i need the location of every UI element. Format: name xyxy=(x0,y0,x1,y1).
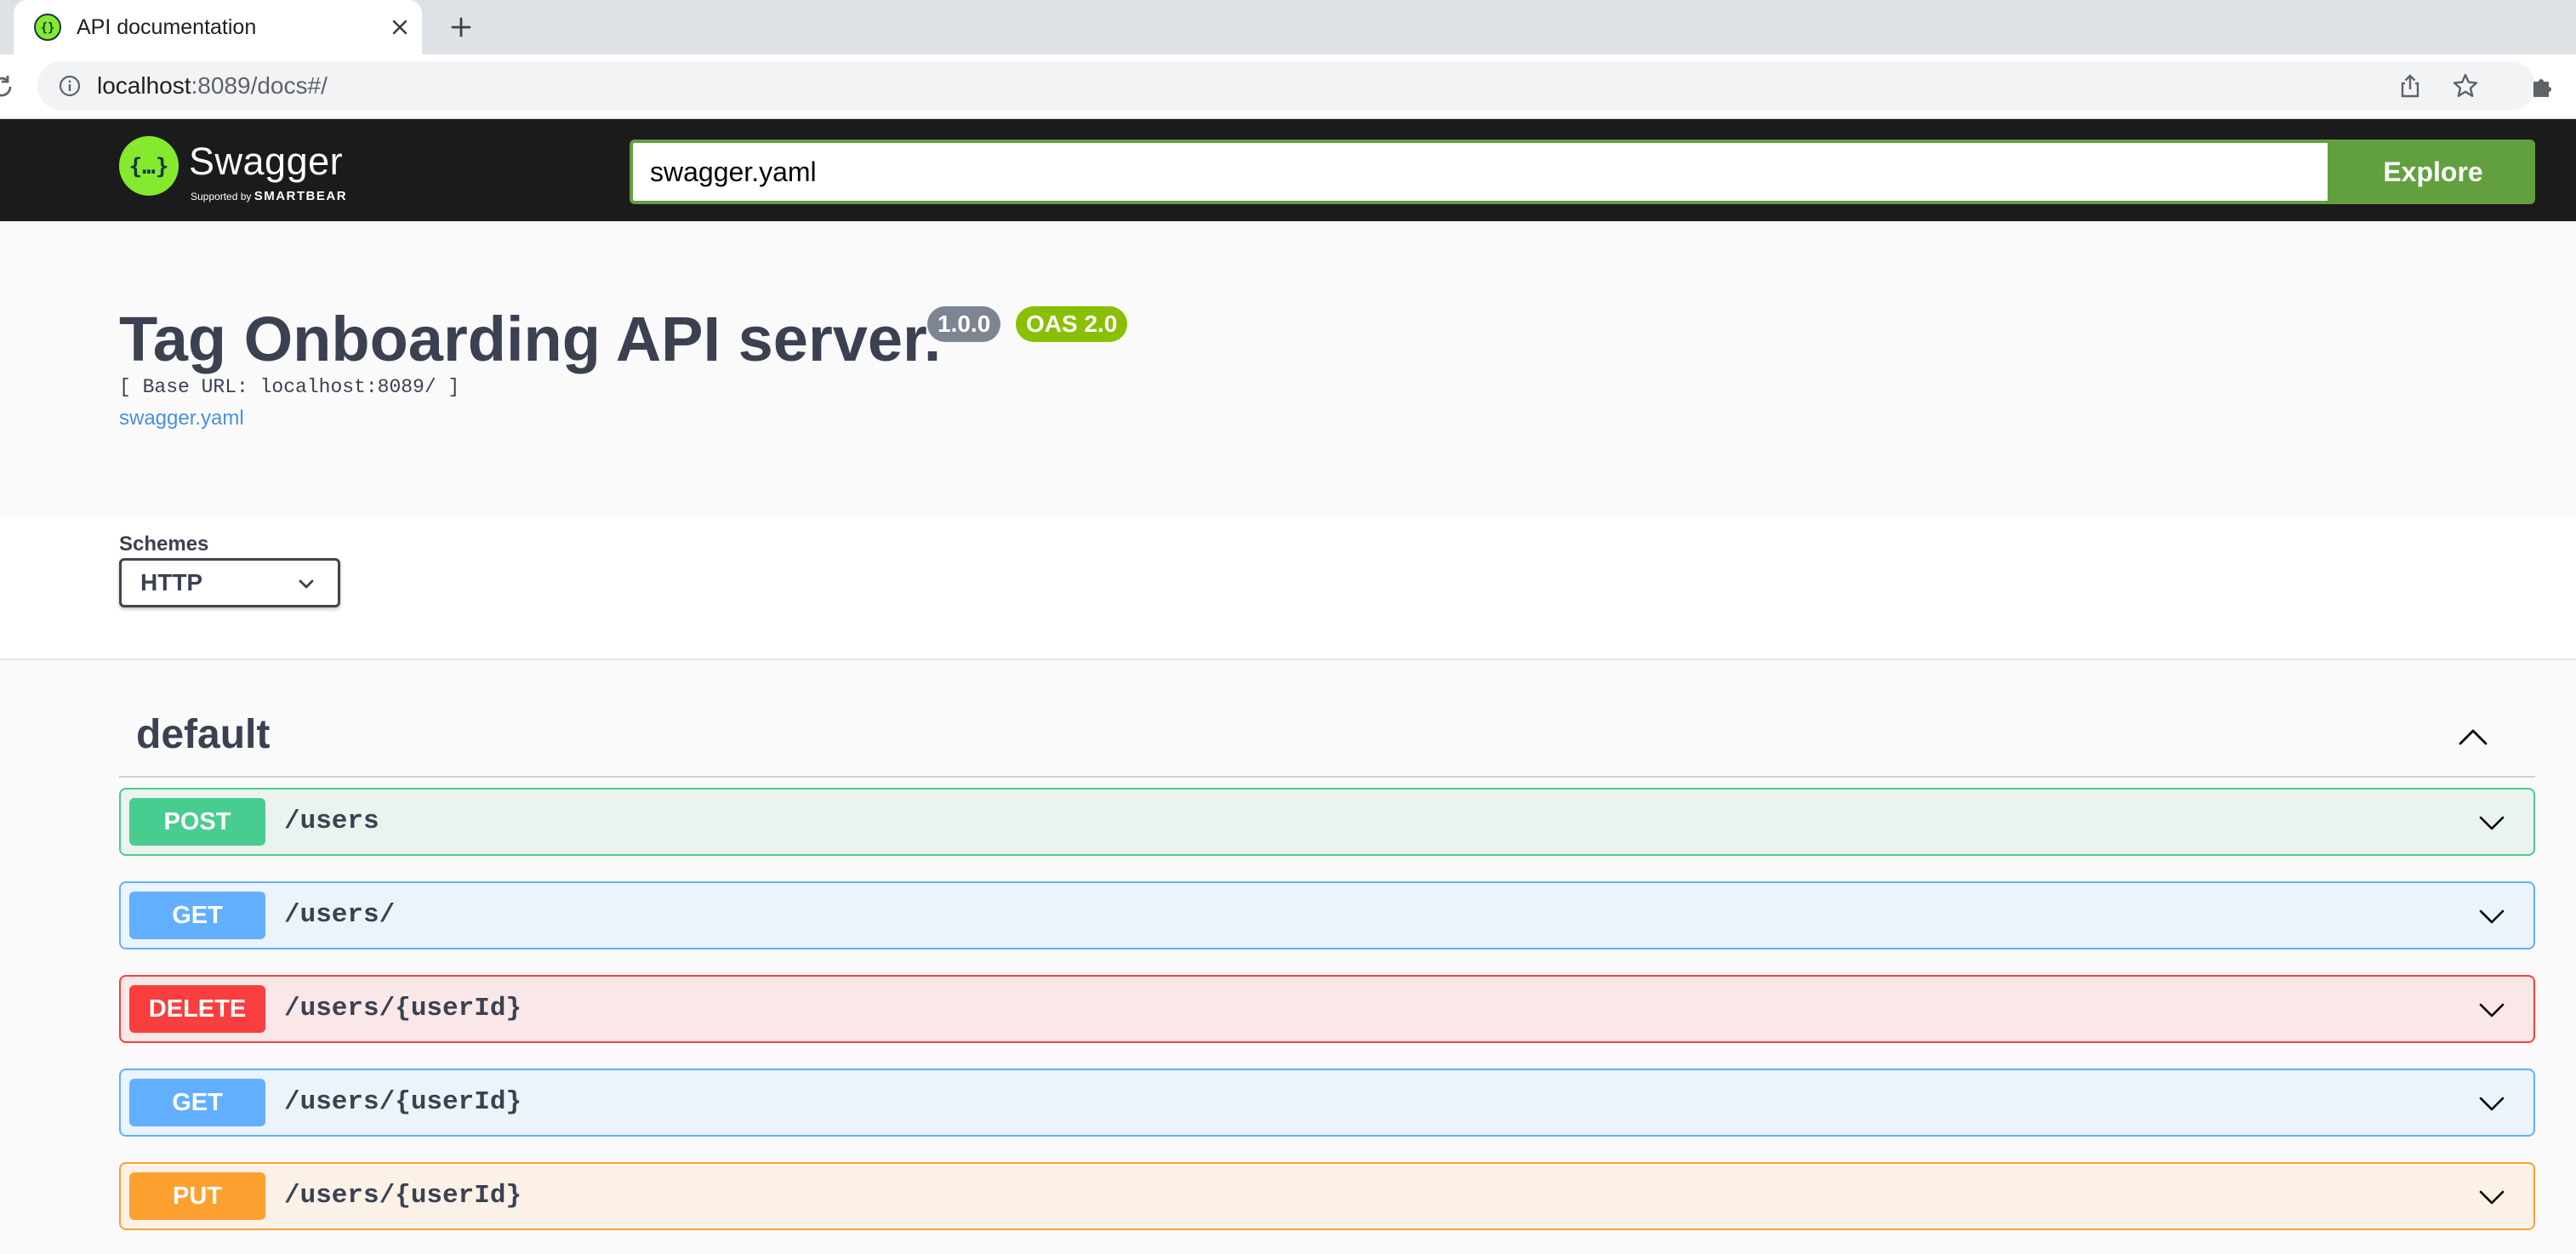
smartbear-brand: SMARTBEAR xyxy=(254,189,348,203)
schemes-section: Schemes HTTP xyxy=(0,517,2576,660)
chevron-down-icon[interactable] xyxy=(2476,994,2508,1026)
method-badge: GET xyxy=(129,892,265,939)
svg-text:{}: {} xyxy=(41,21,55,35)
operation-row[interactable]: PUT /users/{userId} xyxy=(119,1162,2535,1230)
schemes-select[interactable]: HTTP xyxy=(119,558,340,607)
site-info-icon[interactable] xyxy=(58,74,82,98)
chevron-down-icon[interactable] xyxy=(2476,807,2508,839)
share-icon[interactable] xyxy=(2397,73,2423,99)
spec-file-link[interactable]: swagger.yaml xyxy=(119,407,244,430)
operation-row[interactable]: DELETE /users/{userId} xyxy=(119,975,2535,1043)
method-badge: PUT xyxy=(129,1172,265,1220)
chevron-down-icon xyxy=(299,579,314,589)
method-badge: DELETE xyxy=(129,985,265,1033)
chevron-up-icon[interactable] xyxy=(2453,718,2493,757)
extensions-puzzle-icon[interactable] xyxy=(2528,73,2556,100)
browser-tabstrip: {} API documentation xyxy=(0,0,2576,54)
operation-row[interactable]: GET /users/{userId} xyxy=(119,1069,2535,1137)
tagline-prefix: Supported by xyxy=(191,191,254,202)
version-badge: 1.0.0 xyxy=(927,306,1001,342)
schemes-label: Schemes xyxy=(119,533,209,556)
swagger-logo-text: Swagger xyxy=(189,140,344,183)
operation-path: /users xyxy=(284,807,379,836)
address-bar[interactable]: localhost:8089/docs#/ xyxy=(37,61,2535,111)
operation-path: /users/{userId} xyxy=(284,1087,522,1117)
tab-title: API documentation xyxy=(77,15,257,39)
operation-row[interactable]: POST /users xyxy=(119,788,2535,856)
reload-icon[interactable] xyxy=(0,73,15,100)
url-text[interactable]: localhost:8089/docs#/ xyxy=(97,61,328,111)
base-url: [ Base URL: localhost:8089/ ] xyxy=(119,376,460,398)
chevron-down-icon[interactable] xyxy=(2476,1181,2508,1213)
browser-tab[interactable]: {} API documentation xyxy=(14,0,422,54)
oas-badge: OAS 2.0 xyxy=(1016,306,1128,342)
close-tab-icon[interactable] xyxy=(385,12,415,43)
api-info-section: Tag Onboarding API server. 1.0.0 OAS 2.0… xyxy=(0,221,2576,517)
api-title: Tag Onboarding API server. xyxy=(119,304,942,374)
url-path: :8089/docs#/ xyxy=(191,72,328,99)
spec-url-input[interactable] xyxy=(630,140,2331,204)
swagger-logo-icon[interactable]: {…} xyxy=(119,136,179,196)
new-tab-plus-icon[interactable] xyxy=(446,12,476,43)
schemes-selected-value: HTTP xyxy=(140,569,203,596)
operation-path: /users/ xyxy=(284,900,396,930)
browser-toolbar: localhost:8089/docs#/ xyxy=(0,54,2576,119)
explore-button[interactable]: Explore xyxy=(2331,140,2535,204)
bookmark-star-icon[interactable] xyxy=(2452,72,2479,100)
tag-section-header[interactable]: default xyxy=(119,689,2535,778)
tag-name: default xyxy=(136,712,271,757)
method-badge: POST xyxy=(129,798,265,846)
chevron-down-icon[interactable] xyxy=(2476,900,2508,932)
operation-path: /users/{userId} xyxy=(284,994,522,1023)
smartbear-tagline: Supported by SMARTBEAR xyxy=(191,189,347,203)
chevron-down-icon[interactable] xyxy=(2476,1087,2508,1120)
swagger-topbar: {…} Swagger Supported by SMARTBEAR Explo… xyxy=(0,119,2576,221)
swagger-favicon-icon: {} xyxy=(34,14,61,41)
operation-row[interactable]: GET /users/ xyxy=(119,881,2535,949)
svg-text:{…}: {…} xyxy=(129,154,169,180)
operation-path: /users/{userId} xyxy=(284,1181,522,1211)
method-badge: GET xyxy=(129,1079,265,1126)
url-host: localhost xyxy=(97,72,191,99)
